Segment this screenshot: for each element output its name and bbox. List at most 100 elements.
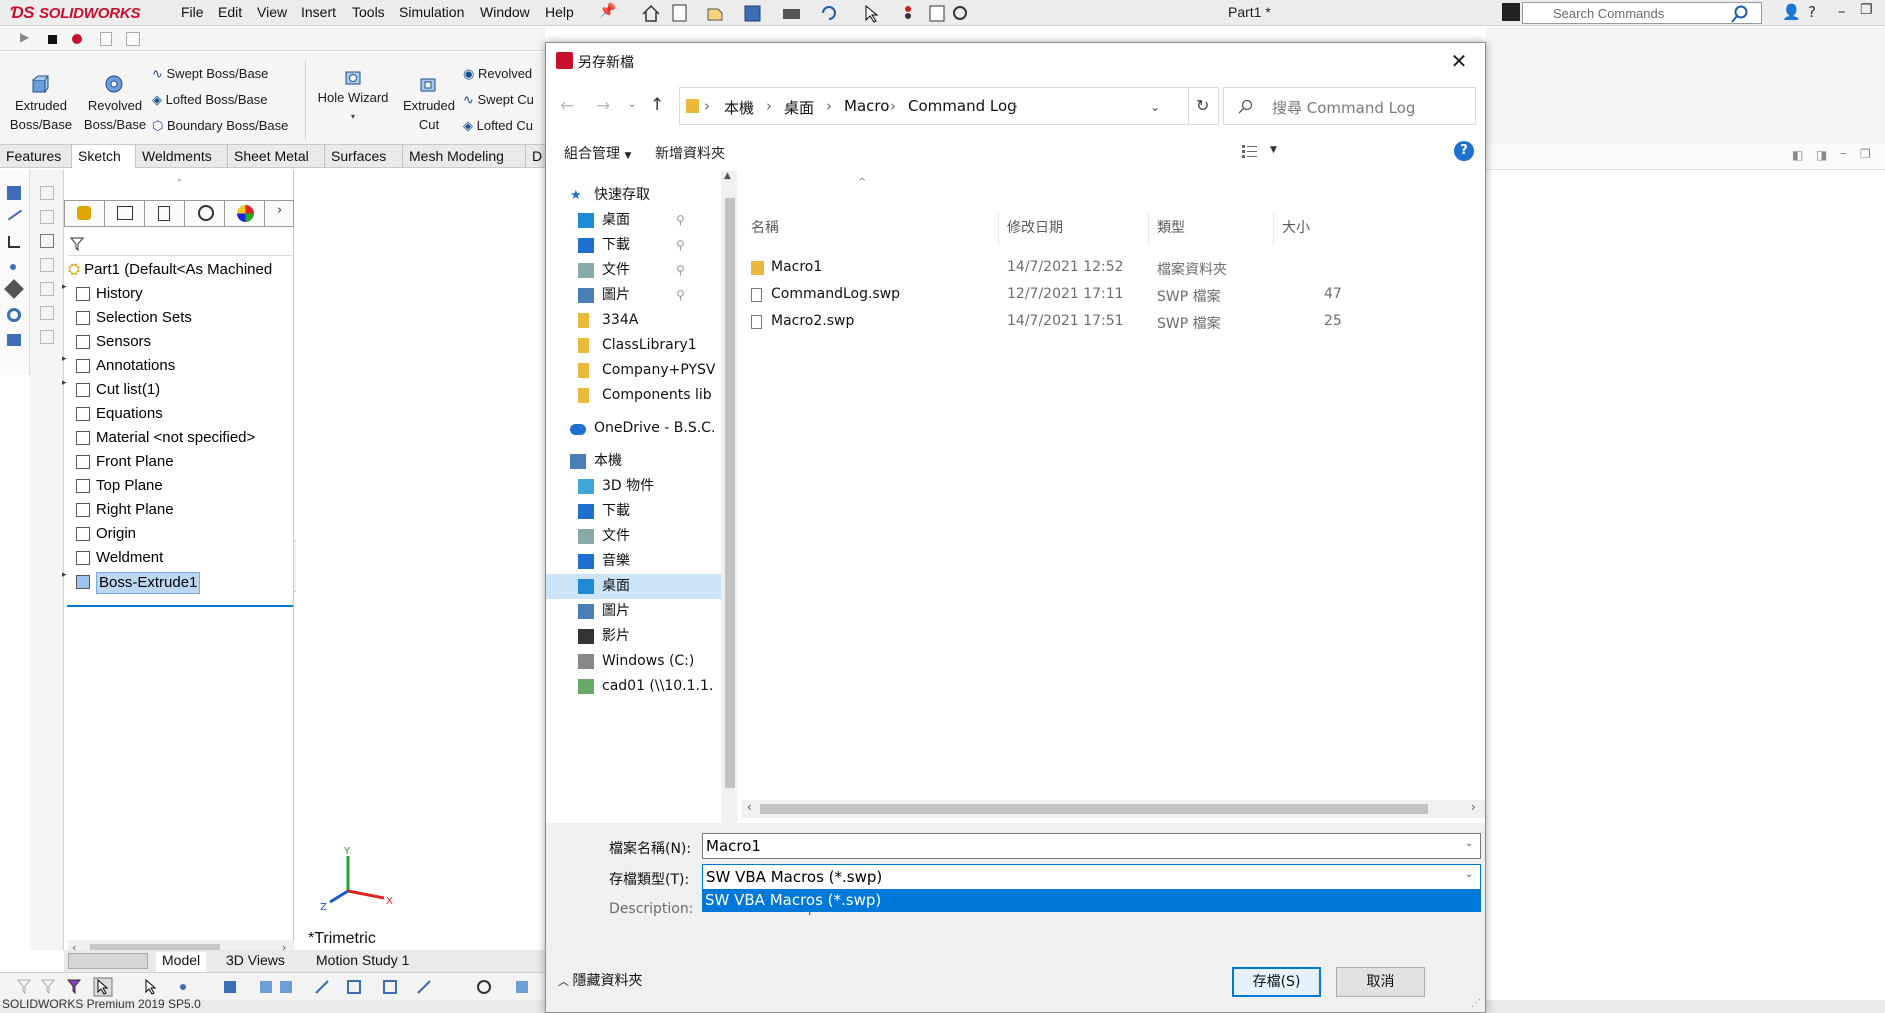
pin-icon[interactable]: ⚲ <box>676 233 685 258</box>
nav-item[interactable]: 文件 ⚲ <box>546 258 721 283</box>
tab-3d-views[interactable]: 3D Views <box>220 952 291 968</box>
recent-dropdown-icon[interactable]: ⌄ <box>628 99 636 110</box>
close-icon[interactable]: ✕ <box>1446 49 1472 73</box>
extruded-cut-button[interactable]: Extruded Cut <box>396 96 462 134</box>
scroll-left-icon[interactable]: ‹ <box>747 800 752 814</box>
filetype-select[interactable]: SW VBA Macros (*.swp) ⌄ <box>702 864 1481 890</box>
strip-icon-6[interactable] <box>40 306 54 320</box>
breadcrumb-command-log[interactable]: Command Log <box>908 97 1017 115</box>
measure-tool-icon[interactable] <box>7 334 21 346</box>
menu-tools[interactable]: Tools <box>352 4 385 20</box>
nav-item[interactable]: ClassLibrary1 <box>546 333 721 358</box>
point-tool-icon[interactable] <box>10 264 16 270</box>
tab-weldments[interactable]: Weldments <box>136 145 228 168</box>
strip-icon-1[interactable] <box>40 186 54 200</box>
filename-input[interactable]: Macro1 ⌄ <box>702 833 1481 859</box>
scroll-up-icon[interactable]: ▲ <box>724 171 731 181</box>
pin-icon[interactable]: 📌 <box>599 3 616 19</box>
cancel-button[interactable]: 取消 <box>1336 967 1425 997</box>
panel-left-icon[interactable]: ◧ <box>1792 148 1803 162</box>
column-separator[interactable] <box>1148 213 1149 245</box>
nav-item[interactable]: 圖片 <box>546 599 721 624</box>
panel-grip[interactable]: ⚬ <box>176 176 183 185</box>
view-dropdown-icon[interactable]: ▼ <box>1270 145 1277 155</box>
column-date-modified[interactable]: 修改日期 <box>1007 217 1063 237</box>
menu-file[interactable]: File <box>181 4 204 20</box>
sketch-tool-icon-1[interactable] <box>7 186 21 200</box>
restore-icon[interactable]: ❐ <box>1860 2 1873 18</box>
tab-surfaces[interactable]: Surfaces <box>325 145 403 168</box>
nav-item[interactable]: 334A <box>546 308 721 333</box>
boundary-boss-button[interactable]: ⬡ Boundary Boss/Base <box>152 118 288 134</box>
new-macro-icon[interactable] <box>100 32 112 46</box>
lofted-cut-button[interactable]: ◈ Lofted Cu <box>463 118 533 134</box>
filter-toolbar-icons[interactable] <box>16 977 541 997</box>
tree-item[interactable]: ▸ History <box>62 282 294 306</box>
nav-scrollbar-thumb[interactable] <box>725 198 735 788</box>
axis-tool-icon[interactable] <box>8 236 20 248</box>
nav-item[interactable]: Components lib <box>546 383 721 408</box>
record-macro-icon[interactable] <box>72 34 82 44</box>
nav-item[interactable]: 圖片 ⚲ <box>546 283 721 308</box>
column-size[interactable]: 大小 <box>1282 217 1310 237</box>
up-arrow-icon[interactable]: ↑ <box>650 95 664 115</box>
nav-item[interactable]: 桌面 ⚲ <box>546 208 721 233</box>
file-row[interactable]: CommandLog.swp 12/7/2021 17:11 SWP 檔案 47 <box>737 282 1485 309</box>
tree-item[interactable]: Selection Sets <box>68 306 294 330</box>
address-bar[interactable]: › 本機 › 桌面 › Macro › Command Log › ⌄ <box>679 87 1189 125</box>
tab-configurationmanager[interactable] <box>145 201 185 226</box>
rollback-bar[interactable] <box>67 605 293 607</box>
view-options-button[interactable] <box>1240 141 1262 161</box>
menu-edit[interactable]: Edit <box>218 4 242 20</box>
command-prompt-icon[interactable] <box>1502 3 1520 21</box>
diamond-tool-icon[interactable] <box>4 279 24 299</box>
revolved-boss-button[interactable]: Revolved Boss/Base <box>80 96 150 134</box>
new-folder-button[interactable]: 新增資料夾 <box>655 143 725 163</box>
tree-filter[interactable] <box>68 232 292 256</box>
tab-more[interactable]: D <box>526 145 545 168</box>
swept-boss-button[interactable]: ∿ Swept Boss/Base <box>152 66 268 82</box>
forward-arrow-icon[interactable]: → <box>596 96 610 116</box>
revolved-cut-button[interactable]: ◉ Revolved <box>463 66 532 82</box>
tree-item[interactable]: ▸ Cut list(1) <box>62 378 294 402</box>
menu-insert[interactable]: Insert <box>301 4 336 20</box>
expand-arrow-icon[interactable]: ▸ <box>62 282 67 292</box>
tree-item[interactable]: Material <not specified> <box>68 426 294 450</box>
folder-search-input[interactable]: 搜尋 Command Log <box>1223 87 1476 125</box>
tree-item[interactable]: ▸ Boss-Extrude1 <box>62 570 294 594</box>
file-row[interactable]: Macro2.swp 14/7/2021 17:51 SWP 檔案 25 <box>737 309 1485 336</box>
tab-sheet-metal[interactable]: Sheet Metal <box>228 145 325 168</box>
tree-item[interactable]: Front Plane <box>68 450 294 474</box>
strip-icon-5[interactable] <box>40 282 54 296</box>
search-commands-input[interactable]: Search Commands <box>1522 2 1762 24</box>
resize-grip-icon[interactable]: ⋰ <box>1471 998 1481 1009</box>
strip-icon-4[interactable] <box>40 258 54 272</box>
tree-item[interactable]: Top Plane <box>68 474 294 498</box>
menu-help[interactable]: Help <box>545 4 574 20</box>
panel-right-icon[interactable]: ◨ <box>1816 148 1827 162</box>
tab-motion-study[interactable]: Motion Study 1 <box>310 952 415 968</box>
tab-mesh-modeling[interactable]: Mesh Modeling <box>403 145 526 168</box>
breadcrumb-macro[interactable]: Macro <box>844 97 889 115</box>
minimize-icon[interactable]: – <box>1838 2 1846 20</box>
strip-icon-3[interactable] <box>40 234 54 248</box>
column-separator[interactable] <box>998 213 999 245</box>
help-icon[interactable]: ? <box>1808 3 1816 21</box>
gear-tool-icon[interactable] <box>7 308 21 322</box>
menu-window[interactable]: Window <box>480 4 530 20</box>
file-hscrollbar-thumb[interactable] <box>760 804 1428 814</box>
tree-item[interactable]: ▸ Annotations <box>62 354 294 378</box>
save-button[interactable]: 存檔(S) <box>1232 967 1321 997</box>
tab-dimxpert[interactable] <box>185 201 225 226</box>
tabs-more-arrow[interactable]: › <box>277 203 282 218</box>
graphics-area[interactable]: Y X Z *Trimetric <box>296 170 545 950</box>
file-row[interactable]: Macro1 14/7/2021 12:52 檔案資料夾 <box>737 255 1485 282</box>
stop-macro-icon[interactable] <box>48 35 57 44</box>
dialog-title-bar[interactable]: 另存新檔 ✕ <box>546 43 1485 79</box>
nav-item[interactable]: cad01 (\\10.1.1. <box>546 674 721 699</box>
menu-simulation[interactable]: Simulation <box>399 4 464 20</box>
edit-macro-icon[interactable] <box>126 32 140 46</box>
tab-propertymanager[interactable] <box>105 201 145 226</box>
expand-arrow-icon[interactable]: ▸ <box>62 570 67 580</box>
strip-icon-7[interactable] <box>40 330 54 344</box>
